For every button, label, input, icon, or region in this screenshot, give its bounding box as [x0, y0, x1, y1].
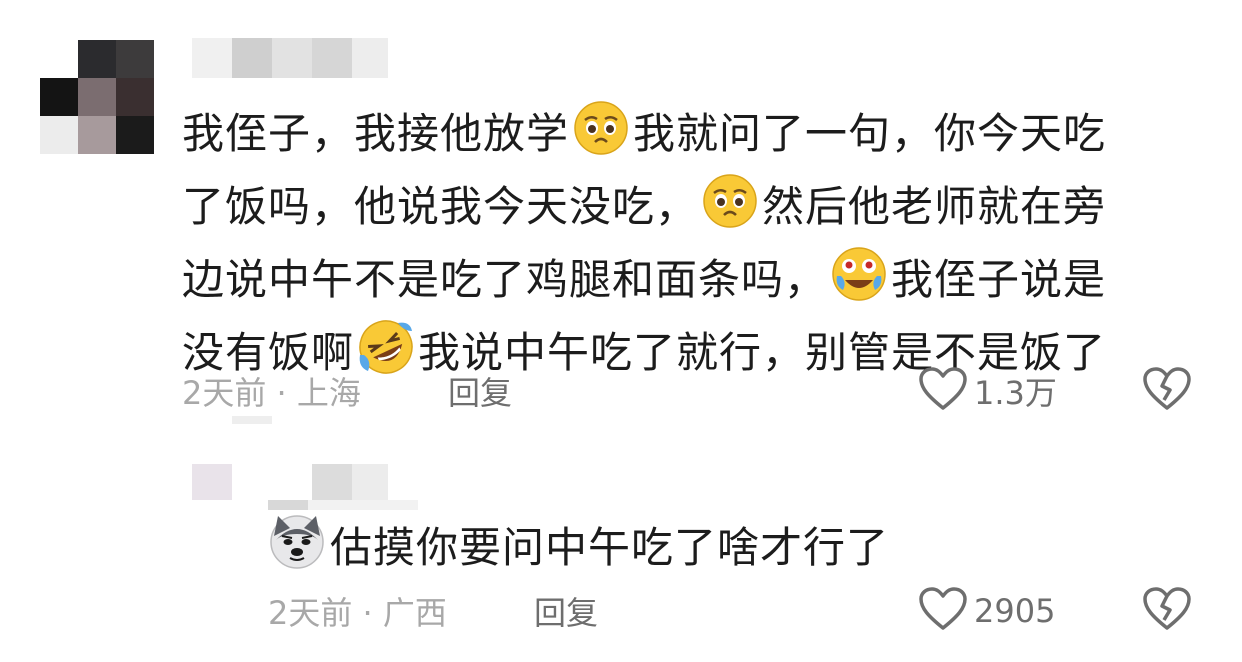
- comment-time-location: 2天前 · 上海: [182, 374, 361, 412]
- reply-button[interactable]: 回复: [448, 368, 512, 414]
- comment-text: 我侄子，我接他放学 我就问了一句，你今天吃 了饭吗，他说我今天没吃， 然后他老师…: [182, 100, 1106, 392]
- joy-tears-emoji-icon: [831, 246, 887, 319]
- pleading-face-emoji-icon: [702, 173, 758, 246]
- reply-time-location: 2天前 · 广西: [268, 594, 447, 632]
- reply-text: 估摸你要问中午吃了啥才行了: [330, 523, 890, 572]
- username[interactable]: [192, 38, 392, 80]
- rofl-emoji-icon: [358, 319, 414, 392]
- like-count: 1.3万: [974, 374, 1057, 412]
- comment-line: 了饭吗，他说我今天没吃， 然后他老师就在旁: [182, 173, 1106, 246]
- reply-button[interactable]: 回复: [534, 588, 598, 634]
- like-button[interactable]: 2905: [918, 586, 1055, 636]
- comment-line: 边说中午不是吃了鸡腿和面条吗， 我侄子说是: [182, 246, 1106, 319]
- dislike-button[interactable]: [1142, 586, 1192, 636]
- like-count: 2905: [974, 592, 1056, 630]
- avatar[interactable]: [40, 40, 156, 156]
- divider: [232, 416, 272, 424]
- husky-dog-emoji-icon: [268, 512, 326, 587]
- heart-outline-icon: [918, 366, 968, 416]
- dislike-button[interactable]: [1142, 366, 1192, 416]
- broken-heart-icon: [1142, 367, 1192, 416]
- heart-outline-icon: [918, 586, 968, 636]
- pleading-face-emoji-icon: [573, 100, 629, 173]
- reply-text-row: 估摸你要问中午吃了啥才行了: [268, 512, 889, 587]
- like-button[interactable]: 1.3万: [918, 366, 1057, 416]
- reply-username[interactable]: [192, 464, 428, 510]
- broken-heart-icon: [1142, 587, 1192, 636]
- comment-line: 我侄子，我接他放学 我就问了一句，你今天吃: [182, 100, 1106, 173]
